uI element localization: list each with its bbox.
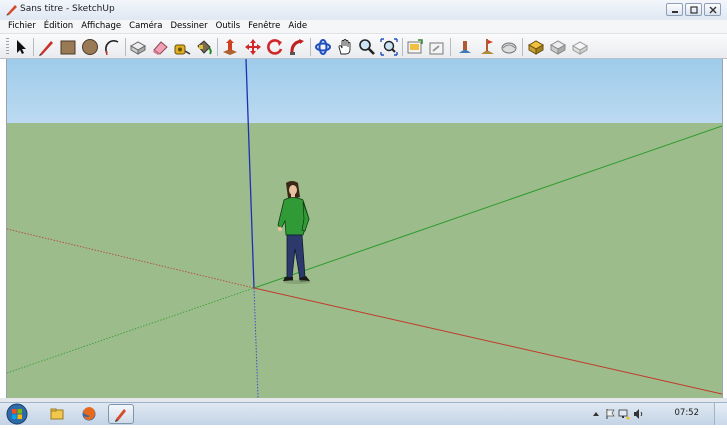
make-component-button[interactable]	[128, 37, 148, 57]
tray-network-icon[interactable]	[618, 408, 630, 420]
green-axis-negative	[7, 287, 255, 374]
rectangle-tool-button[interactable]	[58, 37, 78, 57]
push-pull-icon	[223, 39, 237, 55]
taskbar-sketchup-button[interactable]	[108, 404, 134, 424]
tape-measure-icon	[174, 44, 191, 55]
sketchup-app-icon	[6, 5, 17, 16]
get-models-button[interactable]	[405, 37, 425, 57]
get-models-icon	[407, 39, 423, 54]
eraser-tool-button[interactable]	[150, 37, 170, 57]
taskbar-firefox-button[interactable]	[78, 404, 100, 424]
pan-hand-icon	[338, 39, 351, 55]
warehouse-icon	[571, 41, 589, 55]
pencil-line-icon	[39, 41, 53, 56]
menu-bar: Fichier Édition Affichage Caméra Dessine…	[0, 20, 727, 33]
rectangle-icon	[60, 40, 76, 55]
rotate-tool-button[interactable]	[265, 37, 285, 57]
zoom-tool-button[interactable]	[357, 37, 377, 57]
google-earth-button[interactable]	[455, 37, 475, 57]
minimize-button[interactable]	[666, 3, 683, 16]
toggle-terrain-button[interactable]	[499, 37, 519, 57]
push-pull-button[interactable]	[220, 37, 240, 57]
show-desktop-button[interactable]	[714, 403, 727, 425]
make-component-icon	[129, 41, 147, 55]
minimize-icon	[672, 11, 678, 13]
paint-bucket-icon	[197, 40, 212, 55]
tray-flag-icon[interactable]	[604, 408, 616, 420]
file-explorer-icon	[50, 408, 64, 420]
share-component-button[interactable]	[548, 37, 568, 57]
close-icon	[709, 6, 717, 14]
blue-axis-negative	[253, 287, 259, 398]
pan-tool-button[interactable]	[335, 37, 355, 57]
toggle-terrain-icon	[501, 42, 517, 54]
title-bar: Sans titre - SketchUp	[0, 0, 727, 21]
google-earth-icon	[459, 41, 471, 53]
sketchup-taskbar-icon	[115, 409, 126, 422]
share-model-button[interactable]	[427, 37, 447, 57]
circle-tool-button[interactable]	[80, 37, 100, 57]
red-axis-negative	[7, 228, 255, 289]
orbit-tool-button[interactable]	[313, 37, 333, 57]
share-component-icon	[549, 40, 567, 55]
menu-affichage[interactable]: Affichage	[77, 20, 125, 33]
move-icon	[245, 39, 261, 55]
tape-measure-button[interactable]	[172, 37, 192, 57]
tray-expand-icon[interactable]	[590, 408, 602, 420]
menu-dessiner[interactable]: Dessiner	[167, 20, 212, 33]
arc-tool-button[interactable]	[102, 37, 122, 57]
blue-axis-positive	[245, 59, 255, 289]
close-button[interactable]	[704, 3, 721, 16]
red-axis-positive	[253, 287, 722, 395]
maximize-button[interactable]	[685, 3, 702, 16]
zoom-icon	[359, 39, 375, 55]
menu-outils[interactable]: Outils	[212, 20, 245, 33]
add-location-icon	[481, 39, 494, 54]
windows-taskbar: 07:52	[0, 402, 727, 425]
drawing-viewport[interactable]	[6, 59, 723, 398]
menu-edition[interactable]: Édition	[40, 20, 77, 33]
windows-start-icon	[6, 403, 28, 425]
main-toolbar	[0, 33, 727, 59]
menu-fenetre[interactable]: Fenêtre	[244, 20, 284, 33]
add-location-button[interactable]	[477, 37, 497, 57]
arc-icon	[105, 40, 119, 56]
zoom-extents-button[interactable]	[379, 37, 399, 57]
move-tool-button[interactable]	[243, 37, 263, 57]
orbit-icon	[315, 39, 331, 55]
firefox-icon	[82, 407, 96, 421]
paint-bucket-button[interactable]	[194, 37, 214, 57]
maximize-icon	[690, 6, 698, 14]
menu-camera[interactable]: Caméra	[125, 20, 166, 33]
eraser-icon	[153, 41, 168, 55]
warehouse-button[interactable]	[570, 37, 590, 57]
taskbar-explorer-button[interactable]	[46, 404, 68, 424]
select-arrow-icon	[17, 40, 26, 54]
line-tool-button[interactable]	[36, 37, 56, 57]
circle-icon	[82, 39, 98, 55]
axes-and-model	[7, 59, 722, 398]
follow-me-icon	[290, 39, 304, 55]
rotate-icon	[267, 39, 283, 55]
menu-aide[interactable]: Aide	[284, 20, 311, 33]
follow-me-button[interactable]	[287, 37, 307, 57]
system-tray: 07:52	[582, 403, 727, 425]
zoom-extents-icon	[380, 38, 398, 56]
menu-fichier[interactable]: Fichier	[0, 20, 40, 33]
person-figure[interactable]	[277, 181, 311, 284]
window-title: Sans titre - SketchUp	[20, 4, 115, 14]
components-icon	[527, 40, 545, 55]
start-button[interactable]	[4, 403, 30, 425]
green-axis-positive	[253, 125, 722, 289]
select-tool-button[interactable]	[11, 37, 31, 57]
components-button[interactable]	[526, 37, 546, 57]
taskbar-clock[interactable]: 07:52	[675, 408, 700, 418]
share-model-icon	[429, 42, 444, 55]
toolbar-grip[interactable]	[6, 38, 9, 56]
tray-volume-icon[interactable]	[632, 408, 644, 420]
